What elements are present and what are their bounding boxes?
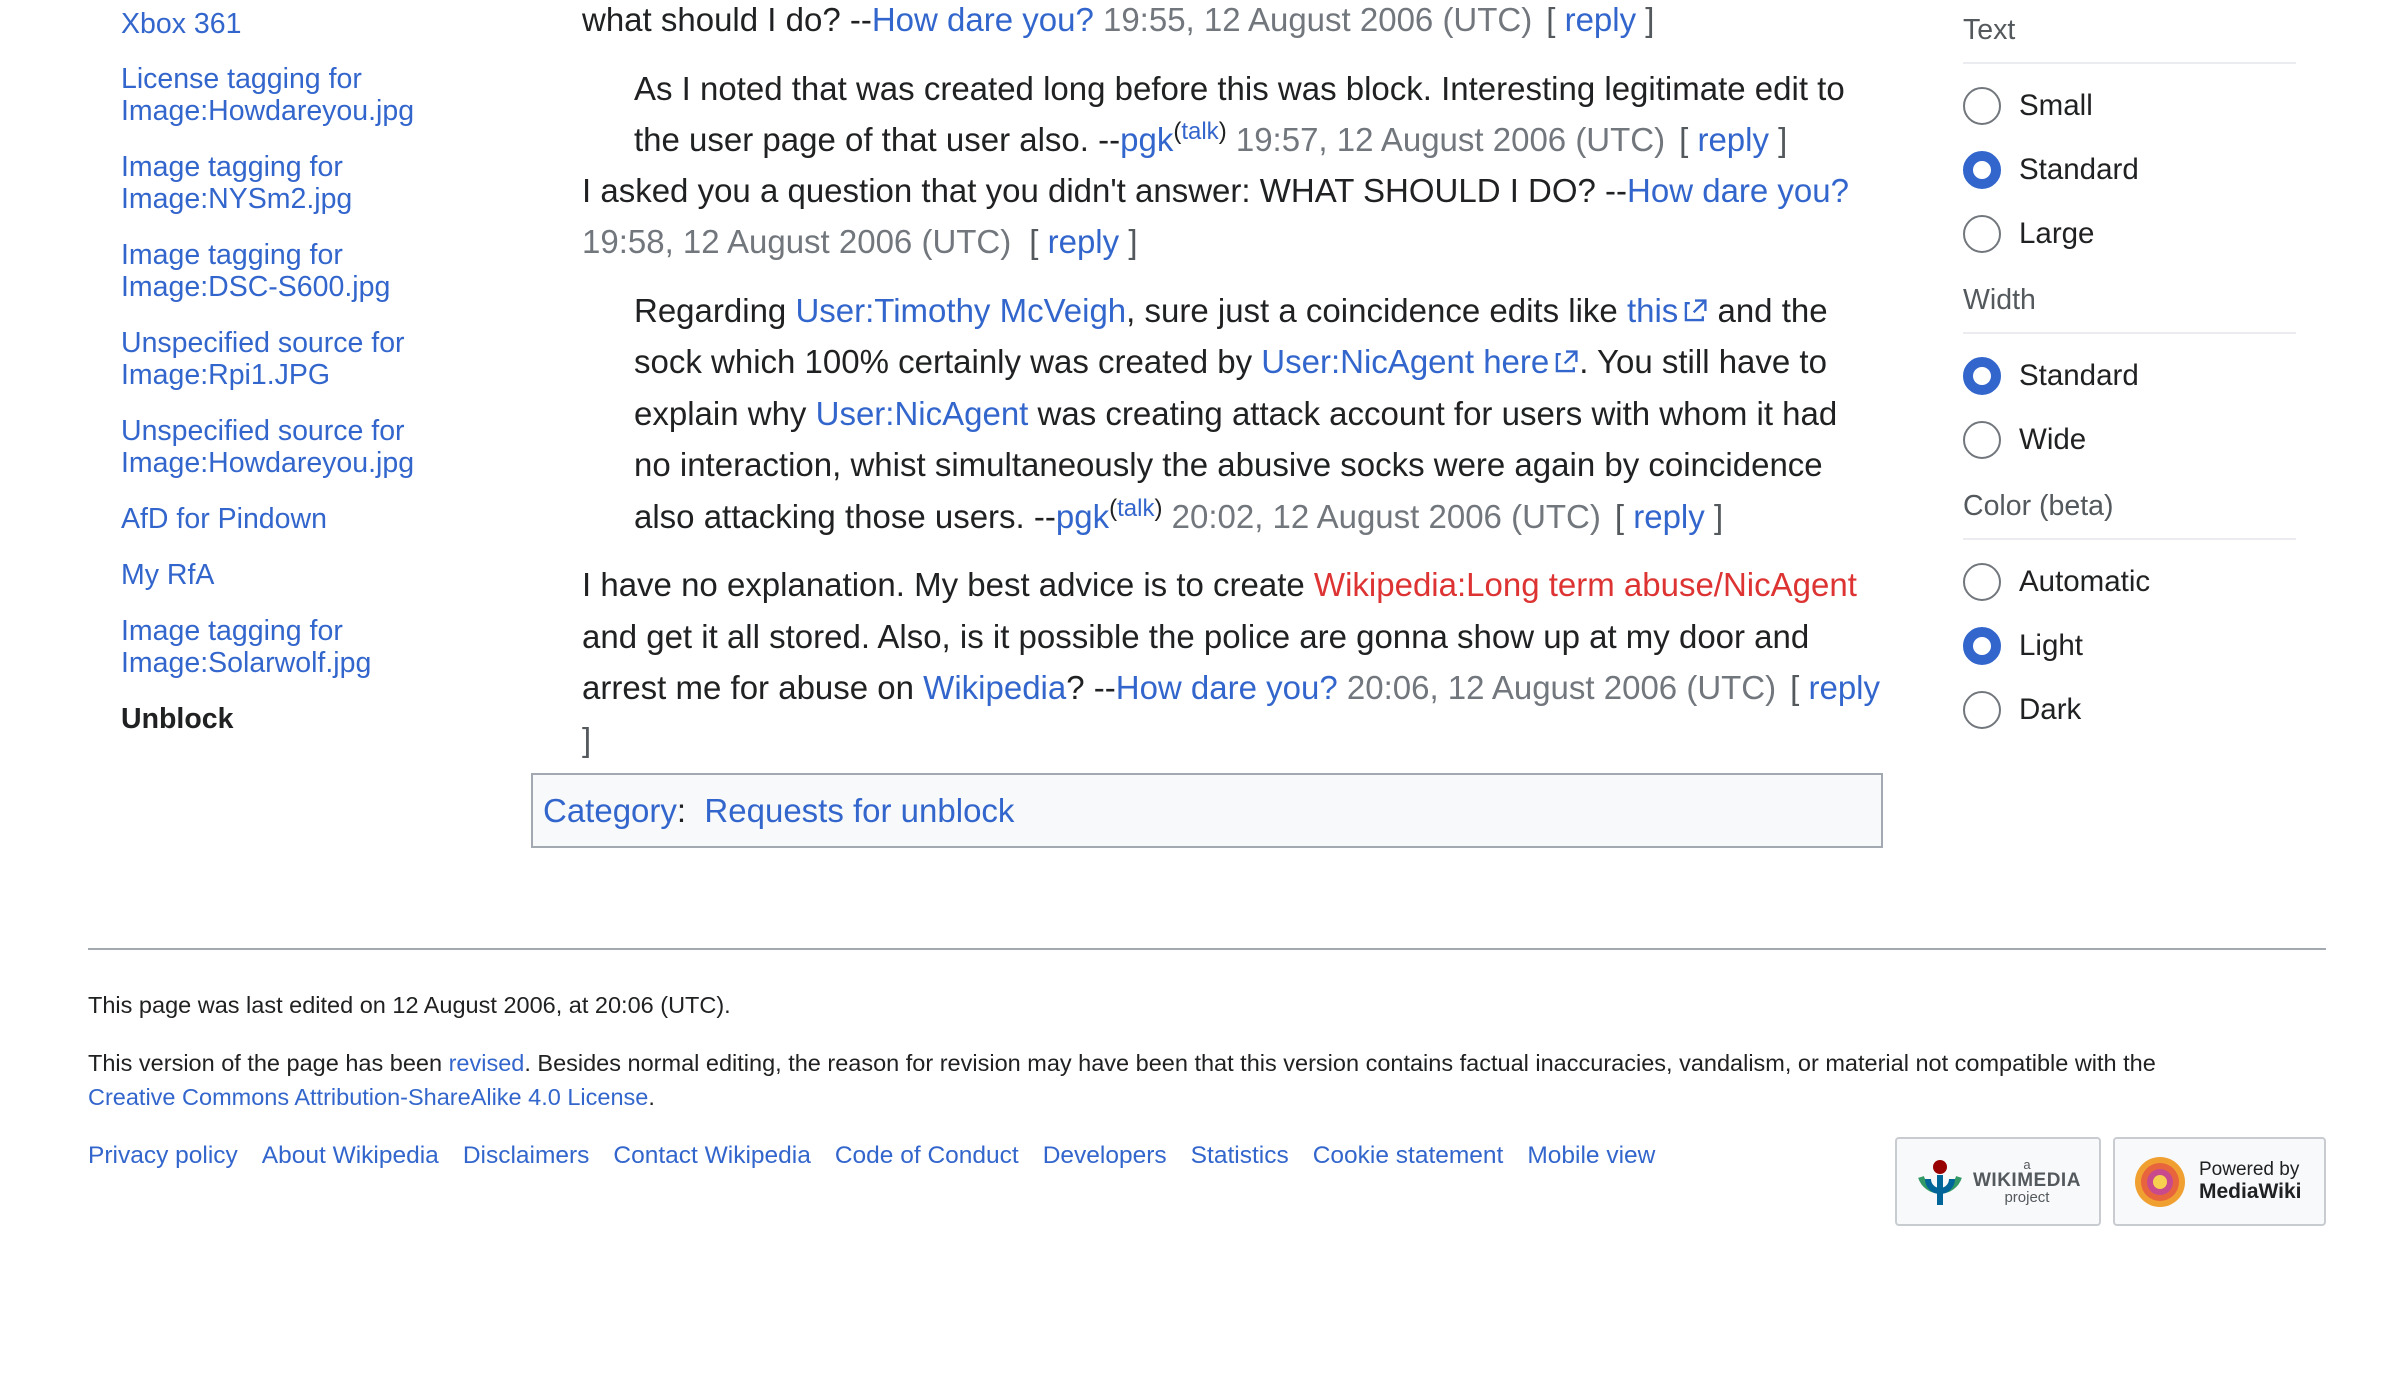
radio-button-checked[interactable]: [1963, 357, 2001, 395]
text-size-heading: Text: [1963, 14, 2296, 64]
toc-item-unspecified-howdareyou[interactable]: Unspecified source for Image:Howdareyou.…: [121, 415, 481, 479]
reply-control: [ reply ]: [1614, 497, 1724, 535]
external-nicagent-link[interactable]: User:NicAgent here: [1261, 343, 1579, 380]
footer-about[interactable]: About Wikipedia: [262, 1142, 439, 1170]
timestamp: 19:57, 12 August 2006 (UTC): [1226, 121, 1666, 158]
powered-by-mediawiki-badge[interactable]: Powered by MediaWiki: [2113, 1137, 2326, 1226]
reply-button[interactable]: reply: [1565, 1, 1637, 38]
table-of-contents: Xbox 361 License tagging for Image:Howda…: [121, 0, 481, 759]
category-requests-for-unblock[interactable]: Requests for unblock: [704, 792, 1014, 829]
toc-item-afd-pindown[interactable]: AfD for Pindown: [121, 503, 481, 535]
radio-button[interactable]: [1963, 691, 2001, 729]
reply-button[interactable]: reply: [1048, 223, 1120, 260]
comment: I asked you a question that you didn't a…: [582, 171, 1849, 261]
redlink-long-term-abuse[interactable]: Wikipedia:Long term abuse/NicAgent: [1314, 566, 1857, 603]
radio-button[interactable]: [1963, 215, 2001, 253]
revision-notice: This version of the page has been revise…: [88, 1050, 2156, 1110]
user-link[interactable]: How dare you?: [1116, 669, 1338, 706]
footer-contact[interactable]: Contact Wikipedia: [613, 1142, 810, 1170]
talk-content: what should I do? --How dare you? 19:55,…: [582, 0, 1882, 765]
footer-cookie-statement[interactable]: Cookie statement: [1313, 1142, 1504, 1170]
footer-statistics[interactable]: Statistics: [1191, 1142, 1289, 1170]
toc-item-image-tagging-solarwolf[interactable]: Image tagging for Image:Solarwolf.jpg: [121, 615, 481, 679]
comment: Regarding User:Timothy McVeigh, sure jus…: [634, 291, 1838, 535]
toc-item-unblock[interactable]: Unblock: [121, 703, 481, 735]
external-link-icon: [1685, 298, 1707, 321]
toc-item-image-tagging-nysm2[interactable]: Image tagging for Image:NYSm2.jpg: [121, 151, 481, 215]
reply-control: [ reply ]: [1029, 223, 1138, 260]
text-size-large-option[interactable]: Large: [1963, 202, 2296, 266]
footer-privacy-policy[interactable]: Privacy policy: [88, 1142, 238, 1170]
wikimedia-project-badge[interactable]: a WIKIMEDIA project: [1895, 1137, 2101, 1226]
user-link[interactable]: pgk: [1120, 121, 1173, 158]
footer-places: Privacy policy About Wikipedia Disclaime…: [88, 1142, 1655, 1170]
width-standard-option[interactable]: Standard: [1963, 344, 2296, 408]
toc-item-license-tagging[interactable]: License tagging for Image:Howdareyou.jpg: [121, 63, 481, 127]
user-link[interactable]: How dare you?: [1627, 172, 1849, 209]
toc-item-unspecified-rpi1[interactable]: Unspecified source for Image:Rpi1.JPG: [121, 327, 481, 391]
toc-item-xbox-361[interactable]: Xbox 361: [121, 8, 481, 40]
user-nicagent-link[interactable]: User:NicAgent: [816, 395, 1029, 432]
timestamp: 20:06, 12 August 2006 (UTC): [1337, 669, 1777, 706]
text-size-small-option[interactable]: Small: [1963, 74, 2296, 138]
comment: As I noted that was created long before …: [634, 69, 1845, 159]
text-size-standard-option[interactable]: Standard: [1963, 138, 2296, 202]
comment: what should I do? --How dare you? 19:55,…: [582, 1, 1655, 38]
reply-button[interactable]: reply: [1808, 669, 1880, 706]
footer-code-of-conduct[interactable]: Code of Conduct: [835, 1142, 1019, 1170]
timestamp: 19:55, 12 August 2006 (UTC): [1093, 1, 1533, 38]
reply-button[interactable]: reply: [1697, 121, 1769, 158]
category-label-link[interactable]: Category: [543, 792, 677, 829]
timestamp: 20:02, 12 August 2006 (UTC): [1162, 497, 1601, 535]
radio-button[interactable]: [1963, 421, 2001, 459]
toc-item-my-rfa[interactable]: My RfA: [121, 559, 481, 591]
color-heading: Color (beta): [1963, 490, 2296, 540]
footer: This page was last edited on 12 August 2…: [88, 948, 2326, 1226]
last-edited-info: This page was last edited on 12 August 2…: [88, 992, 731, 1018]
radio-button-checked[interactable]: [1963, 151, 2001, 189]
color-dark-option[interactable]: Dark: [1963, 678, 2296, 742]
radio-button-checked[interactable]: [1963, 627, 2001, 665]
user-link[interactable]: How dare you?: [872, 1, 1094, 38]
width-wide-option[interactable]: Wide: [1963, 408, 2296, 472]
toc-item-image-tagging-dsc[interactable]: Image tagging for Image:DSC-S600.jpg: [121, 239, 481, 303]
comment: I have no explanation. My best advice is…: [582, 566, 1881, 758]
footer-developers[interactable]: Developers: [1043, 1142, 1167, 1170]
color-light-option[interactable]: Light: [1963, 614, 2296, 678]
license-link[interactable]: Creative Commons Attribution-ShareAlike …: [88, 1084, 648, 1110]
footer-mobile-view[interactable]: Mobile view: [1527, 1142, 1655, 1170]
width-heading: Width: [1963, 284, 2296, 334]
reply-control: [ reply ]: [1546, 1, 1655, 38]
external-link-icon: [1555, 350, 1578, 373]
mediawiki-logo-icon: [2135, 1156, 2185, 1207]
footer-disclaimers[interactable]: Disclaimers: [463, 1142, 590, 1170]
talk-link[interactable]: talk: [1181, 118, 1218, 145]
appearance-panel: Text Small Standard Large Width Standard…: [1963, 0, 2296, 742]
color-automatic-option[interactable]: Automatic: [1963, 550, 2296, 614]
category-box: Category: Requests for unblock: [531, 773, 1883, 848]
wikipedia-link[interactable]: Wikipedia: [923, 669, 1066, 706]
talk-link[interactable]: talk: [1117, 495, 1154, 522]
wikimedia-logo-icon: [1918, 1159, 1962, 1205]
reply-control: [ reply ]: [1679, 121, 1788, 158]
radio-button[interactable]: [1963, 563, 2001, 601]
user-link[interactable]: pgk: [1056, 498, 1109, 535]
external-diff-link[interactable]: this: [1627, 292, 1708, 329]
reply-button[interactable]: reply: [1633, 498, 1705, 535]
revised-link[interactable]: revised: [449, 1050, 525, 1076]
timestamp: 19:58, 12 August 2006 (UTC): [582, 223, 1012, 260]
user-timothy-mcveigh-link[interactable]: User:Timothy McVeigh: [795, 292, 1126, 329]
radio-button[interactable]: [1963, 87, 2001, 125]
